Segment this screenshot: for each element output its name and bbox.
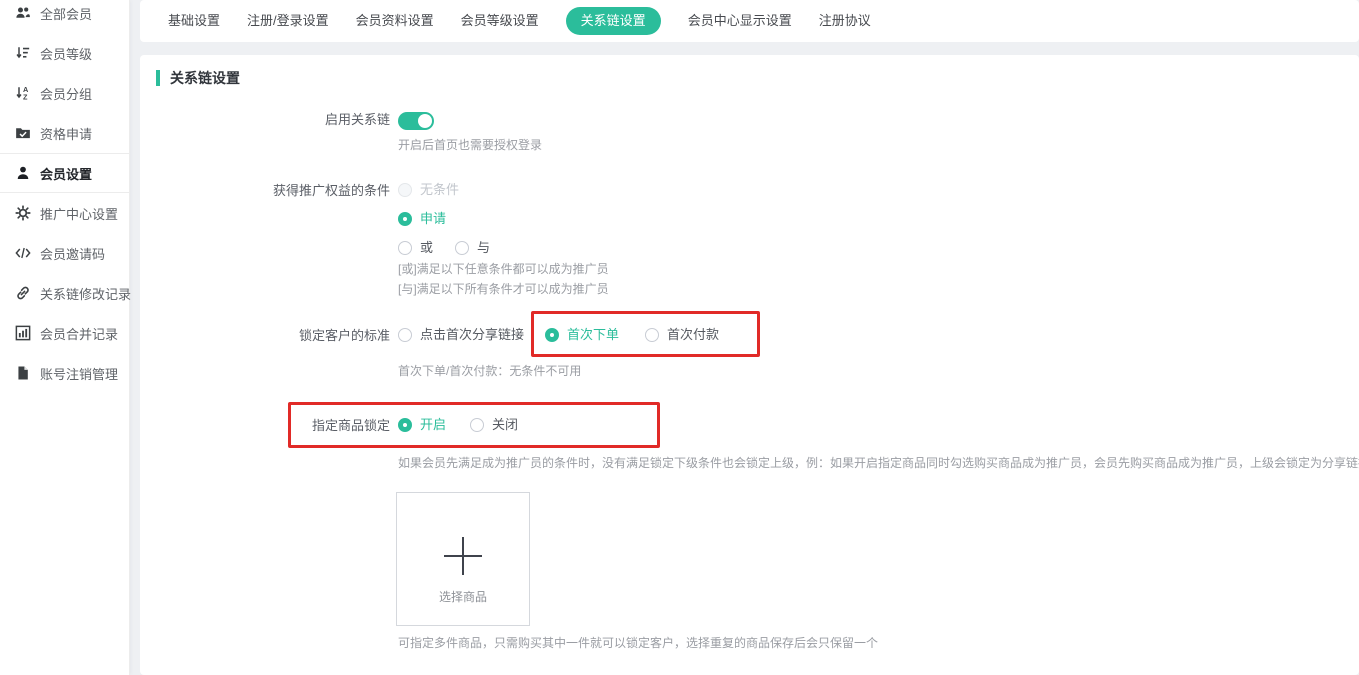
radio-first-order[interactable]: 首次下单 (545, 327, 619, 343)
folder-check-icon (15, 125, 31, 141)
radio-dot (398, 241, 412, 255)
sidebar-item-promotion-center-settings[interactable]: 推广中心设置 (0, 193, 129, 233)
tab-register-agreement[interactable]: 注册协议 (819, 7, 871, 35)
radio-dot (645, 328, 659, 342)
users-icon (15, 5, 31, 21)
radio-label: 申请 (420, 211, 446, 227)
picker-help: 可指定多件商品，只需购买其中一件就可以锁定客户，选择重复的商品保存后会只保留一个 (398, 636, 878, 651)
radio-dot (545, 328, 559, 342)
tab-member-profile-settings[interactable]: 会员资料设置 (356, 7, 434, 35)
link-icon (15, 285, 31, 301)
lock-standard-label: 锁定客户的标准 (140, 327, 390, 345)
sidebar-item-label: 账号注销管理 (40, 364, 118, 383)
radio-label: 首次下单 (567, 327, 619, 343)
radio-dot (398, 212, 412, 226)
plus-icon (444, 537, 482, 575)
enable-relation-chain-label: 启用关系链 (140, 111, 390, 129)
select-product-button[interactable]: 选择商品 (396, 492, 530, 626)
radio-dot (398, 328, 412, 342)
radio-apply[interactable]: 申请 (398, 211, 446, 227)
relation-chain-settings-panel: 关系链设置 启用关系链 开启后首页也需要授权登录 获得推广权益的条件 无条件 申… (140, 55, 1359, 675)
radio-first-payment[interactable]: 首次付款 (645, 327, 719, 343)
sidebar-item-label: 会员等级 (40, 44, 92, 63)
gear-icon (15, 205, 31, 221)
radio-product-lock-off[interactable]: 关闭 (470, 417, 518, 433)
radio-dot (470, 418, 484, 432)
radio-label: 无条件 (420, 182, 459, 198)
sidebar-item-qualification-apply[interactable]: 资格申请 (0, 113, 129, 153)
radio-or[interactable]: 或 (398, 240, 433, 256)
sidebar-item-member-group[interactable]: AZ 会员分组 (0, 73, 129, 113)
condition-help-and: [与]满足以下所有条件才可以成为推广员 (398, 282, 609, 297)
sort-alpha-icon: AZ (15, 85, 31, 101)
radio-label: 或 (420, 240, 433, 256)
benefit-condition-label: 获得推广权益的条件 (140, 182, 390, 200)
sidebar-item-label: 会员邀请码 (40, 244, 105, 263)
select-product-label: 选择商品 (397, 588, 529, 605)
settings-tabbar: 基础设置 注册/登录设置 会员资料设置 会员等级设置 关系链设置 会员中心显示设… (140, 0, 1359, 42)
radio-label: 点击首次分享链接 (420, 327, 524, 343)
product-lock-help: 如果会员先满足成为推广员的条件时，没有满足锁定下级条件也会锁定上级，例：如果开启… (398, 456, 1359, 471)
sidebar-item-label: 会员设置 (40, 164, 92, 183)
radio-and[interactable]: 与 (455, 240, 490, 256)
radio-dot (398, 418, 412, 432)
radio-label: 关闭 (492, 417, 518, 433)
radio-no-condition[interactable]: 无条件 (398, 182, 459, 198)
radio-dot (455, 241, 469, 255)
enable-help-text: 开启后首页也需要授权登录 (398, 138, 542, 153)
sidebar-item-label: 资格申请 (40, 124, 92, 143)
svg-text:Z: Z (23, 92, 28, 101)
sidebar-item-label: 推广中心设置 (40, 204, 118, 223)
lock-standard-help: 首次下单/首次付款：无条件不可用 (398, 364, 581, 379)
sidebar-item-member-invite-code[interactable]: 会员邀请码 (0, 233, 129, 273)
sidebar-item-account-cancel-manage[interactable]: 账号注销管理 (0, 353, 129, 393)
user-icon (15, 165, 31, 181)
radio-label: 与 (477, 240, 490, 256)
tab-member-level-settings[interactable]: 会员等级设置 (461, 7, 539, 35)
sidebar-item-member-level[interactable]: 会员等级 (0, 33, 129, 73)
tab-relation-chain-settings[interactable]: 关系链设置 (566, 7, 661, 35)
radio-dot (398, 183, 412, 197)
sidebar-item-label: 会员合并记录 (40, 324, 118, 343)
code-icon (15, 245, 31, 261)
file-icon (15, 365, 31, 381)
sidebar-menu: 全部会员 会员等级 AZ 会员分组 资格申请 会员设置 (0, 0, 129, 393)
sidebar-item-label: 会员分组 (40, 84, 92, 103)
product-lock-label: 指定商品锁定 (140, 417, 390, 435)
sidebar-item-all-members[interactable]: 全部会员 (0, 0, 129, 33)
tab-member-center-display-settings[interactable]: 会员中心显示设置 (688, 7, 792, 35)
sidebar-item-label: 关系链修改记录 (40, 284, 131, 303)
sidebar-item-relation-chain-edit-log[interactable]: 关系链修改记录 (0, 273, 129, 313)
radio-product-lock-on[interactable]: 开启 (398, 417, 446, 433)
page-title: 关系链设置 (156, 70, 240, 86)
sidebar-item-member-settings[interactable]: 会员设置 (0, 153, 129, 193)
radio-label: 开启 (420, 417, 446, 433)
tab-basic-settings[interactable]: 基础设置 (168, 7, 220, 35)
sidebar-item-label: 全部会员 (40, 4, 92, 23)
sidebar: 全部会员 会员等级 AZ 会员分组 资格申请 会员设置 (0, 0, 130, 675)
condition-help-or: [或]满足以下任意条件都可以成为推广员 (398, 262, 609, 277)
sidebar-item-member-merge-log[interactable]: 会员合并记录 (0, 313, 129, 353)
bar-chart-icon (15, 325, 31, 341)
radio-label: 首次付款 (667, 327, 719, 343)
tab-register-login-settings[interactable]: 注册/登录设置 (247, 7, 329, 35)
radio-first-share-click[interactable]: 点击首次分享链接 (398, 327, 524, 343)
enable-relation-chain-toggle[interactable] (398, 112, 434, 130)
sort-level-icon (15, 45, 31, 61)
